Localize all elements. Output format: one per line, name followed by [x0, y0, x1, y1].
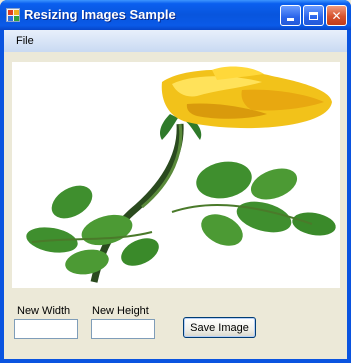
new-width-input[interactable]: [14, 319, 78, 339]
new-height-input[interactable]: [91, 319, 155, 339]
client-area: File New Width New Height Save Image: [4, 30, 347, 359]
menu-bar: File: [4, 30, 347, 52]
save-image-button[interactable]: Save Image: [183, 317, 256, 338]
window-title: Resizing Images Sample: [24, 7, 176, 22]
title-bar[interactable]: Resizing Images Sample ✕: [0, 0, 351, 30]
maximize-icon: [309, 11, 318, 20]
new-width-label: New Width: [17, 305, 71, 317]
app-window: Resizing Images Sample ✕ File New Width …: [0, 0, 351, 363]
new-height-label: New Height: [92, 305, 149, 317]
menu-file[interactable]: File: [12, 34, 38, 48]
close-icon: ✕: [331, 8, 342, 23]
app-icon[interactable]: [6, 8, 20, 22]
minimize-button[interactable]: [280, 5, 301, 26]
close-button[interactable]: ✕: [326, 5, 347, 26]
maximize-button[interactable]: [303, 5, 324, 26]
picture-box: [12, 62, 340, 288]
rose-image: [26, 66, 336, 283]
minimize-icon: [287, 18, 294, 21]
